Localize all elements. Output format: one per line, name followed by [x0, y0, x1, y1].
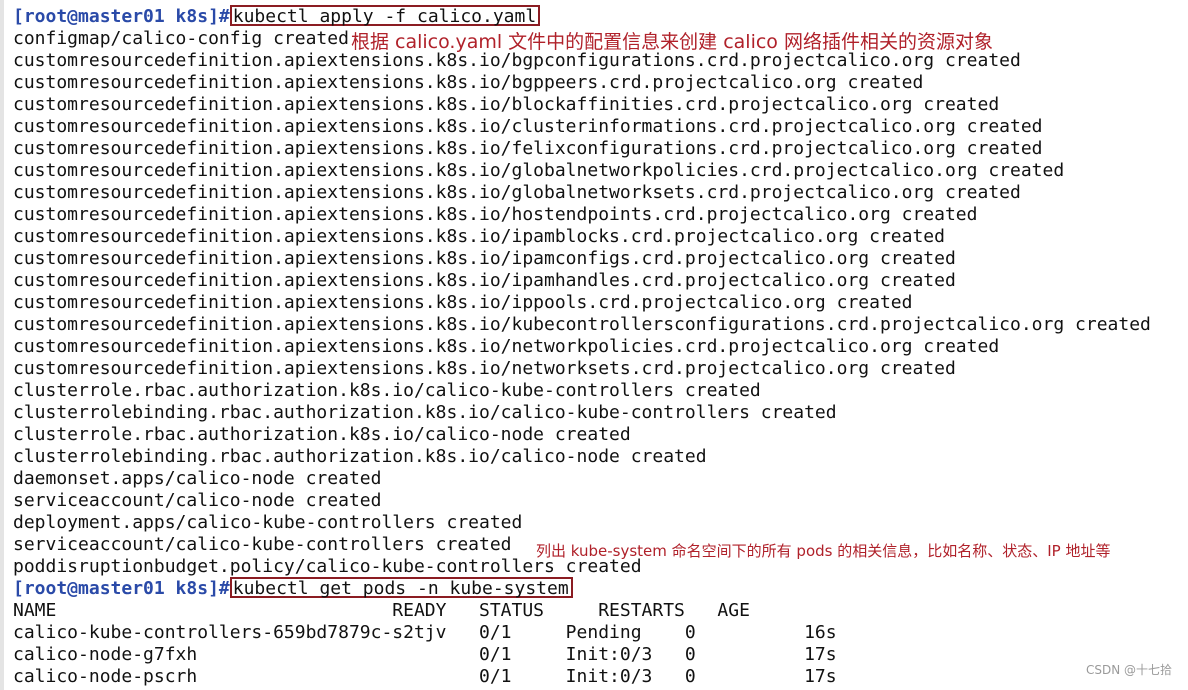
- output-line: customresourcedefinition.apiextensions.k…: [13, 270, 956, 291]
- output-line: deployment.apps/calico-kube-controllers …: [13, 512, 523, 533]
- output-line: customresourcedefinition.apiextensions.k…: [13, 138, 1043, 159]
- output-line: serviceaccount/calico-node created: [13, 490, 382, 511]
- output-line: customresourcedefinition.apiextensions.k…: [13, 182, 1021, 203]
- get-pods-annotation: 列出 kube-system 命名空间下的所有 pods 的相关信息，比如名称、…: [536, 542, 1111, 560]
- output-line: customresourcedefinition.apiextensions.k…: [13, 94, 1000, 115]
- output-line: customresourcedefinition.apiextensions.k…: [13, 226, 945, 247]
- pod-row: calico-node-g7fxh 0/1 Init:0/3 0 17s: [13, 644, 837, 665]
- output-line: clusterrole.rbac.authorization.k8s.io/ca…: [13, 424, 631, 445]
- apply-output-block: configmap/calico-config created customres…: [13, 28, 1188, 578]
- output-line: customresourcedefinition.apiextensions.k…: [13, 116, 1043, 137]
- apply-command-highlight: kubectl apply -f calico.yaml: [229, 5, 541, 26]
- output-line: daemonset.apps/calico-node created: [13, 468, 382, 489]
- pod-row: calico-kube-controllers-659bd7879c-s2tjv…: [13, 622, 837, 643]
- output-line: clusterrole.rbac.authorization.k8s.io/ca…: [13, 380, 761, 401]
- output-line: customresourcedefinition.apiextensions.k…: [13, 336, 1000, 357]
- output-line: clusterrolebinding.rbac.authorization.k8…: [13, 402, 837, 423]
- output-line: customresourcedefinition.apiextensions.k…: [13, 204, 978, 225]
- apply-annotation: 根据 calico.yaml 文件中的配置信息来创建 calico 网络插件相关…: [351, 31, 993, 53]
- output-line: customresourcedefinition.apiextensions.k…: [13, 248, 956, 269]
- output-line: customresourcedefinition.apiextensions.k…: [13, 314, 1151, 335]
- pods-table-header: NAME READY STATUS RESTARTS AGE: [13, 600, 750, 621]
- command-line-get-pods: [root@master01 k8s]# kubectl get pods -n …: [13, 577, 1188, 600]
- csdn-watermark: CSDN @十七拾: [1085, 663, 1172, 677]
- pods-table-body: calico-kube-controllers-659bd7879c-s2tjv…: [13, 622, 1188, 688]
- shell-prompt: [root@master01 k8s]#: [13, 578, 230, 599]
- window-left-edge: [0, 0, 4, 690]
- output-line: customresourcedefinition.apiextensions.k…: [13, 292, 913, 313]
- output-line: clusterrolebinding.rbac.authorization.k8…: [13, 446, 707, 467]
- command-line-apply: [root@master01 k8s]# kubectl apply -f cal…: [13, 5, 1188, 28]
- pod-row: calico-node-pscrh 0/1 Init:0/3 0 17s: [13, 666, 837, 687]
- output-line: customresourcedefinition.apiextensions.k…: [13, 72, 924, 93]
- output-line: customresourcedefinition.apiextensions.k…: [13, 358, 956, 379]
- terminal-output: [root@master01 k8s]# kubectl apply -f cal…: [13, 5, 1188, 688]
- output-line: customresourcedefinition.apiextensions.k…: [13, 160, 1065, 181]
- shell-prompt: [root@master01 k8s]#: [13, 6, 230, 27]
- get-pods-command-highlight: kubectl get pods -n kube-system: [229, 577, 573, 598]
